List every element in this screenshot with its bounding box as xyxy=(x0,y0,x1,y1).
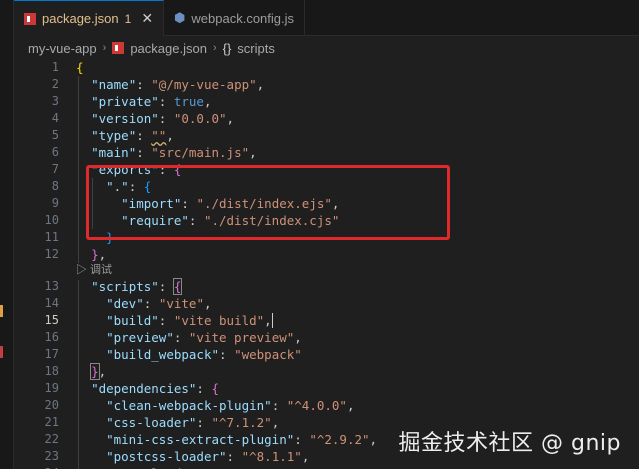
line-number: 18 xyxy=(44,364,59,378)
line-number: 13 xyxy=(44,279,59,293)
code-line[interactable]: "build": "vite build", xyxy=(76,312,639,329)
code-line[interactable]: "dev": "vite", xyxy=(76,295,639,312)
tab-bar: package.json 1 ✕ ⬢ webpack.config.js xyxy=(14,0,639,36)
code-line[interactable]: "preview": "vite preview", xyxy=(76,329,639,346)
breadcrumb-symbol[interactable]: scripts xyxy=(237,41,275,56)
code-line[interactable]: { xyxy=(76,59,639,76)
code-line[interactable]: "main": "src/main.js", xyxy=(76,144,639,161)
modified-count: 1 xyxy=(124,11,132,26)
code-line[interactable]: "sass-loader": "^16.0.5", xyxy=(76,465,639,469)
line-number: 16 xyxy=(44,330,59,344)
line-number: 24 xyxy=(14,465,59,469)
chevron-right-icon: › xyxy=(212,42,217,54)
symbol-braces-icon: {} xyxy=(222,40,232,56)
line-number: 11 xyxy=(44,230,59,244)
line-number: 6 xyxy=(51,145,59,159)
tab-package-json[interactable]: package.json 1 ✕ xyxy=(14,0,165,36)
chevron-right-icon: › xyxy=(102,42,107,54)
breadcrumb: my-vue-app › package.json › {} scripts xyxy=(14,37,639,59)
code-line[interactable]: "private": true, xyxy=(76,93,639,110)
line-number: 9 xyxy=(51,196,59,210)
activity-bar xyxy=(0,0,14,469)
tab-label: webpack.config.js xyxy=(191,10,295,26)
code-line[interactable]: "scripts": { xyxy=(76,278,639,295)
tab-label: package.json xyxy=(42,11,119,26)
code-line[interactable]: "dependencies": { xyxy=(76,380,639,397)
close-icon[interactable]: ✕ xyxy=(141,10,153,27)
line-number: 17 xyxy=(44,347,59,361)
line-number: 7 xyxy=(51,162,59,176)
code-line[interactable]: }, xyxy=(76,246,639,263)
line-number: 12 xyxy=(44,247,59,261)
line-number: 20 xyxy=(44,398,59,412)
breadcrumb-folder[interactable]: my-vue-app xyxy=(28,41,97,56)
code-line[interactable]: "clean-webpack-plugin": "^4.0.0", xyxy=(76,397,639,414)
line-number: 23 xyxy=(44,449,59,463)
line-number-current: 15 xyxy=(44,313,59,327)
code-editor[interactable]: 1 2 3 4 5 6 7 8 9 10 11 12 13 14 15 16 1… xyxy=(14,59,639,469)
webpack-gear-icon: ⬢ xyxy=(174,10,186,25)
line-number: 10 xyxy=(44,213,59,227)
activity-indicator xyxy=(0,305,3,317)
line-number: 19 xyxy=(44,381,59,395)
code-line[interactable]: "type": "", xyxy=(76,127,639,144)
code-line[interactable]: }, xyxy=(76,363,639,380)
line-number: 1 xyxy=(51,60,59,74)
code-line[interactable]: "version": "0.0.0", xyxy=(76,110,639,127)
npm-icon xyxy=(112,42,125,54)
line-number: 4 xyxy=(51,111,59,125)
line-number: 22 xyxy=(44,432,59,446)
line-number: 3 xyxy=(51,94,59,108)
codelens-debug[interactable]: ▷ 调试 xyxy=(76,263,639,278)
line-number: 5 xyxy=(51,128,59,142)
tab-webpack-config[interactable]: ⬢ webpack.config.js xyxy=(164,0,306,36)
line-number: 2 xyxy=(51,77,59,91)
watermark: 掘金技术社区 @ gnip xyxy=(398,431,621,456)
code-lines[interactable]: { "name": "@/my-vue-app", "private": tru… xyxy=(76,59,639,469)
breadcrumb-file[interactable]: package.json xyxy=(130,41,207,56)
line-number: 8 xyxy=(51,179,59,193)
line-number: 21 xyxy=(44,415,59,429)
line-number: 14 xyxy=(44,296,59,310)
npm-icon xyxy=(24,12,36,25)
code-line[interactable]: "name": "@/my-vue-app", xyxy=(76,76,639,93)
highlight-box xyxy=(86,165,450,240)
line-number-gutter: 1 2 3 4 5 6 7 8 9 10 11 12 13 14 15 16 1… xyxy=(14,59,59,469)
activity-indicator xyxy=(0,346,3,358)
code-line[interactable]: "build_webpack": "webpack" xyxy=(76,346,639,363)
